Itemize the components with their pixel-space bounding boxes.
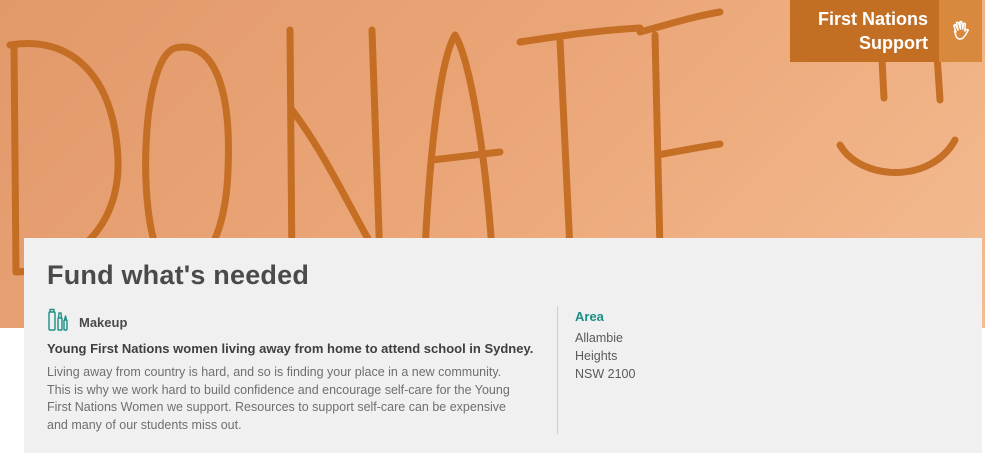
area-line: Heights: [575, 349, 618, 363]
area-address: Allambie Heights NSW 2100: [575, 329, 635, 383]
first-nations-support-badge[interactable]: First Nations Support: [790, 0, 982, 62]
hand-wave-icon: [939, 0, 982, 62]
divider: [557, 306, 558, 434]
badge-line-2: Support: [859, 33, 928, 53]
makeup-brush-icon: [47, 308, 69, 337]
area-line: NSW 2100: [575, 367, 636, 381]
fund-card: Fund what's needed Makeup Young First Na…: [24, 238, 982, 453]
card-title: Fund what's needed: [47, 260, 310, 290]
card-description: Living away from country is hard, and so…: [47, 365, 510, 432]
category-tag: Makeup: [47, 308, 127, 337]
category-label: Makeup: [79, 315, 128, 330]
card-subtitle: Young First Nations women living away fr…: [47, 341, 534, 356]
area-line: Allambie: [575, 331, 623, 345]
badge-label: First Nations Support: [790, 0, 939, 62]
badge-line-1: First Nations: [817, 9, 928, 29]
area-heading: Area: [575, 309, 604, 324]
